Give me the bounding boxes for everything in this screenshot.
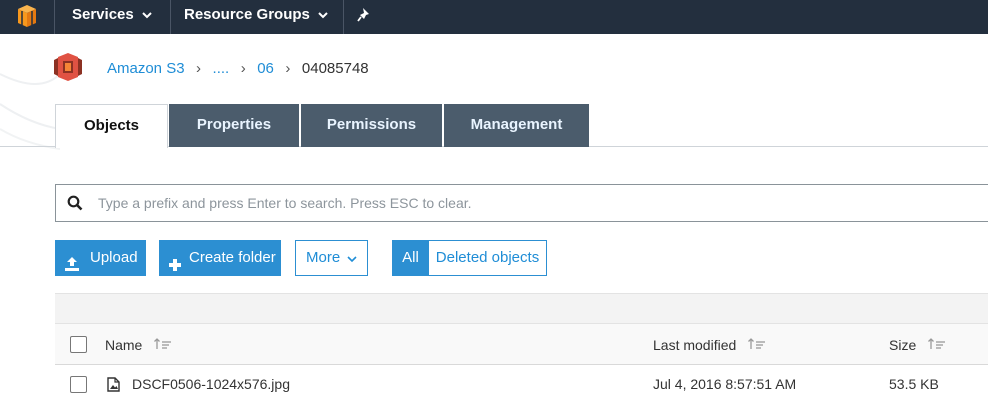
search-input[interactable] <box>98 185 978 221</box>
select-all-checkbox[interactable] <box>70 336 87 353</box>
column-header-size[interactable]: Size <box>889 324 946 366</box>
tab-permissions[interactable]: Permissions <box>301 104 442 147</box>
filter-deleted-objects-toggle[interactable]: Deleted objects <box>429 240 547 276</box>
breadcrumb-separator-icon: › <box>240 60 246 77</box>
column-header-name[interactable]: Name <box>105 324 172 366</box>
table-row: DSCF0506-1024x576.jpg Jul 4, 2016 8:57:5… <box>55 366 988 400</box>
breadcrumb-separator-icon: › <box>196 60 202 77</box>
filter-all-toggle[interactable]: All <box>392 240 429 276</box>
upload-icon <box>64 250 80 286</box>
create-folder-button[interactable]: Create folder <box>159 240 281 276</box>
top-navigation-bar: Services Resource Groups <box>0 0 988 34</box>
file-name-link[interactable]: DSCF0506-1024x576.jpg <box>132 366 290 400</box>
file-last-modified: Jul 4, 2016 8:57:51 AM <box>653 376 797 392</box>
column-last-modified-label: Last modified <box>653 337 737 353</box>
breadcrumb-ellipsis[interactable]: .... <box>213 60 230 77</box>
column-size-label: Size <box>889 337 917 353</box>
chevron-down-icon <box>142 0 152 30</box>
background-decoration <box>0 34 61 154</box>
nav-divider <box>54 0 55 34</box>
more-label: More <box>306 249 341 266</box>
breadcrumb-folder-06[interactable]: 06 <box>257 60 274 77</box>
search-icon <box>67 195 83 216</box>
search-box <box>55 184 988 222</box>
nav-divider <box>343 0 344 34</box>
s3-service-icon <box>54 52 82 87</box>
column-name-label: Name <box>105 337 143 353</box>
sort-icon[interactable] <box>748 325 766 367</box>
more-button[interactable]: More <box>295 240 368 276</box>
chevron-down-icon <box>347 242 357 276</box>
column-header-last-modified[interactable]: Last modified <box>653 324 766 366</box>
services-menu[interactable]: Services <box>72 0 152 34</box>
upload-label: Upload <box>90 249 138 266</box>
upload-button[interactable]: Upload <box>55 240 146 276</box>
breadcrumb-current: 04085748 <box>301 60 369 77</box>
pin-icon[interactable] <box>356 7 372 28</box>
tab-management[interactable]: Management <box>444 104 589 147</box>
create-folder-label: Create folder <box>189 249 276 266</box>
row-select-checkbox[interactable] <box>70 376 87 393</box>
image-file-icon <box>107 377 120 397</box>
resource-groups-label: Resource Groups <box>184 6 310 23</box>
tab-properties[interactable]: Properties <box>169 104 299 147</box>
table-header: Name Last modified Size <box>55 323 988 365</box>
breadcrumb: Amazon S3 ›.... › 06 › 04085748 <box>107 59 369 79</box>
plus-icon <box>168 250 182 286</box>
aws-logo-icon[interactable] <box>0 0 54 34</box>
breadcrumb-amazon-s3[interactable]: Amazon S3 <box>107 60 185 77</box>
sort-icon[interactable] <box>928 325 946 367</box>
resource-groups-menu[interactable]: Resource Groups <box>184 0 328 34</box>
chevron-down-icon <box>318 0 328 30</box>
file-size: 53.5 KB <box>889 376 939 392</box>
sort-icon[interactable] <box>154 325 172 367</box>
breadcrumb-separator-icon: › <box>285 60 291 77</box>
table-toolbar <box>55 293 988 323</box>
services-label: Services <box>72 6 134 23</box>
nav-divider <box>170 0 171 34</box>
tab-objects[interactable]: Objects <box>55 104 168 148</box>
active-tab-gap <box>56 146 167 147</box>
